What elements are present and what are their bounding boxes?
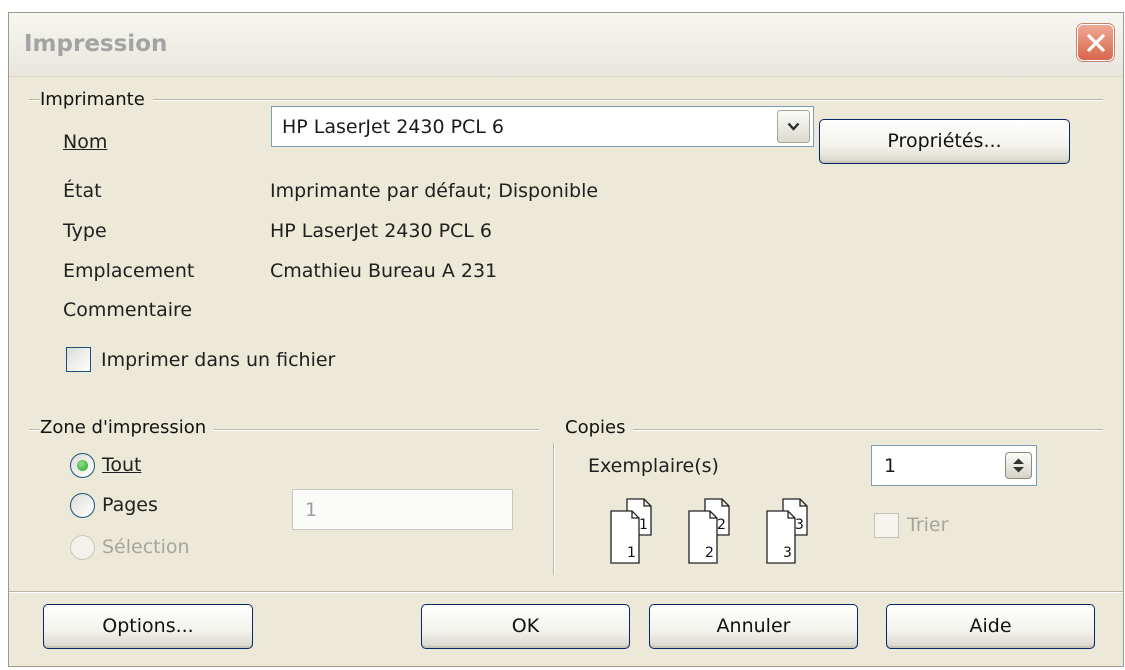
copies-count-value: 1 bbox=[884, 455, 897, 477]
title-bar: Impression bbox=[9, 13, 1123, 77]
copies-count-input[interactable]: 1 bbox=[871, 445, 1037, 486]
ok-button-label: OK bbox=[511, 615, 540, 637]
copies-separator bbox=[565, 429, 1103, 431]
collate-page-back-3-number: 3 bbox=[795, 517, 804, 533]
spin-arrows-icon bbox=[1013, 458, 1024, 473]
printer-group-separator bbox=[29, 99, 1103, 101]
print-dialog: Impression Imprimante Nom HP LaserJet 24… bbox=[8, 12, 1124, 667]
printer-name-combobox[interactable]: HP LaserJet 2430 PCL 6 bbox=[271, 106, 814, 147]
print-range-selection-label[interactable]: Sélection bbox=[102, 536, 190, 558]
print-range-all-radio[interactable] bbox=[70, 453, 95, 478]
print-to-file-checkbox[interactable] bbox=[66, 347, 91, 372]
bottom-separator bbox=[9, 591, 1123, 593]
type-value: HP LaserJet 2430 PCL 6 bbox=[270, 220, 493, 242]
printer-name-label: Nom bbox=[63, 131, 107, 153]
location-value: Cmathieu Bureau A 231 bbox=[270, 260, 498, 282]
copies-vertical-separator bbox=[553, 443, 555, 575]
print-range-pages-radio[interactable] bbox=[70, 493, 95, 518]
help-button-label: Aide bbox=[969, 615, 1012, 637]
properties-button[interactable]: Propriétés... bbox=[819, 119, 1070, 164]
printer-name-label-text: Nom bbox=[63, 131, 108, 153]
type-label: Type bbox=[63, 220, 107, 242]
printer-dropdown-button[interactable] bbox=[777, 110, 810, 143]
properties-button-label: Propriétés... bbox=[887, 130, 1002, 152]
options-button-label: Options... bbox=[102, 615, 194, 637]
collate-page-front-2-number: 2 bbox=[705, 545, 714, 561]
copies-group-label: Copies bbox=[565, 417, 634, 438]
status-value: Imprimante par défaut; Disponible bbox=[270, 180, 599, 202]
comment-label: Commentaire bbox=[63, 299, 193, 321]
window-title: Impression bbox=[24, 31, 168, 57]
print-range-selection-radio[interactable] bbox=[70, 535, 95, 560]
collate-page-front-3: 3 bbox=[766, 510, 796, 564]
print-to-file-label[interactable]: Imprimer dans un fichier bbox=[101, 349, 335, 371]
print-range-all-label[interactable]: Tout bbox=[102, 454, 142, 476]
help-button[interactable]: Aide bbox=[886, 604, 1095, 649]
collate-checkbox[interactable] bbox=[874, 513, 899, 538]
collate-page-back-1-number: 1 bbox=[639, 517, 648, 533]
pages-input[interactable]: 1 bbox=[292, 489, 513, 530]
copies-spin-button[interactable] bbox=[1005, 452, 1032, 479]
status-label: État bbox=[63, 180, 102, 202]
location-label: Emplacement bbox=[63, 260, 195, 282]
cancel-button-label: Annuler bbox=[716, 615, 791, 637]
pages-input-value: 1 bbox=[305, 499, 318, 521]
collate-page-front-3-number: 3 bbox=[783, 545, 792, 561]
close-icon bbox=[1087, 34, 1105, 52]
print-range-pages-label[interactable]: Pages bbox=[102, 494, 158, 516]
printer-name-value: HP LaserJet 2430 PCL 6 bbox=[282, 116, 505, 138]
copies-count-label: Exemplaire(s) bbox=[588, 455, 719, 477]
collate-page-front-2: 2 bbox=[688, 510, 718, 564]
print-range-all-label-text: Tout bbox=[102, 454, 142, 476]
chevron-down-icon bbox=[787, 122, 800, 131]
collate-label[interactable]: Trier bbox=[907, 514, 948, 536]
radio-selected-dot bbox=[77, 460, 88, 471]
ok-button[interactable]: OK bbox=[421, 604, 630, 649]
collate-page-back-2-number: 2 bbox=[717, 517, 726, 533]
printer-group-label: Imprimante bbox=[40, 89, 153, 110]
collate-page-front-1: 1 bbox=[610, 510, 640, 564]
collate-page-front-1-number: 1 bbox=[627, 545, 636, 561]
collate-pages-illustration: 11 22 33 bbox=[610, 498, 808, 564]
close-button[interactable] bbox=[1077, 24, 1114, 61]
cancel-button[interactable]: Annuler bbox=[649, 604, 858, 649]
print-range-group-label: Zone d'impression bbox=[40, 417, 215, 438]
options-button[interactable]: Options... bbox=[43, 604, 253, 649]
